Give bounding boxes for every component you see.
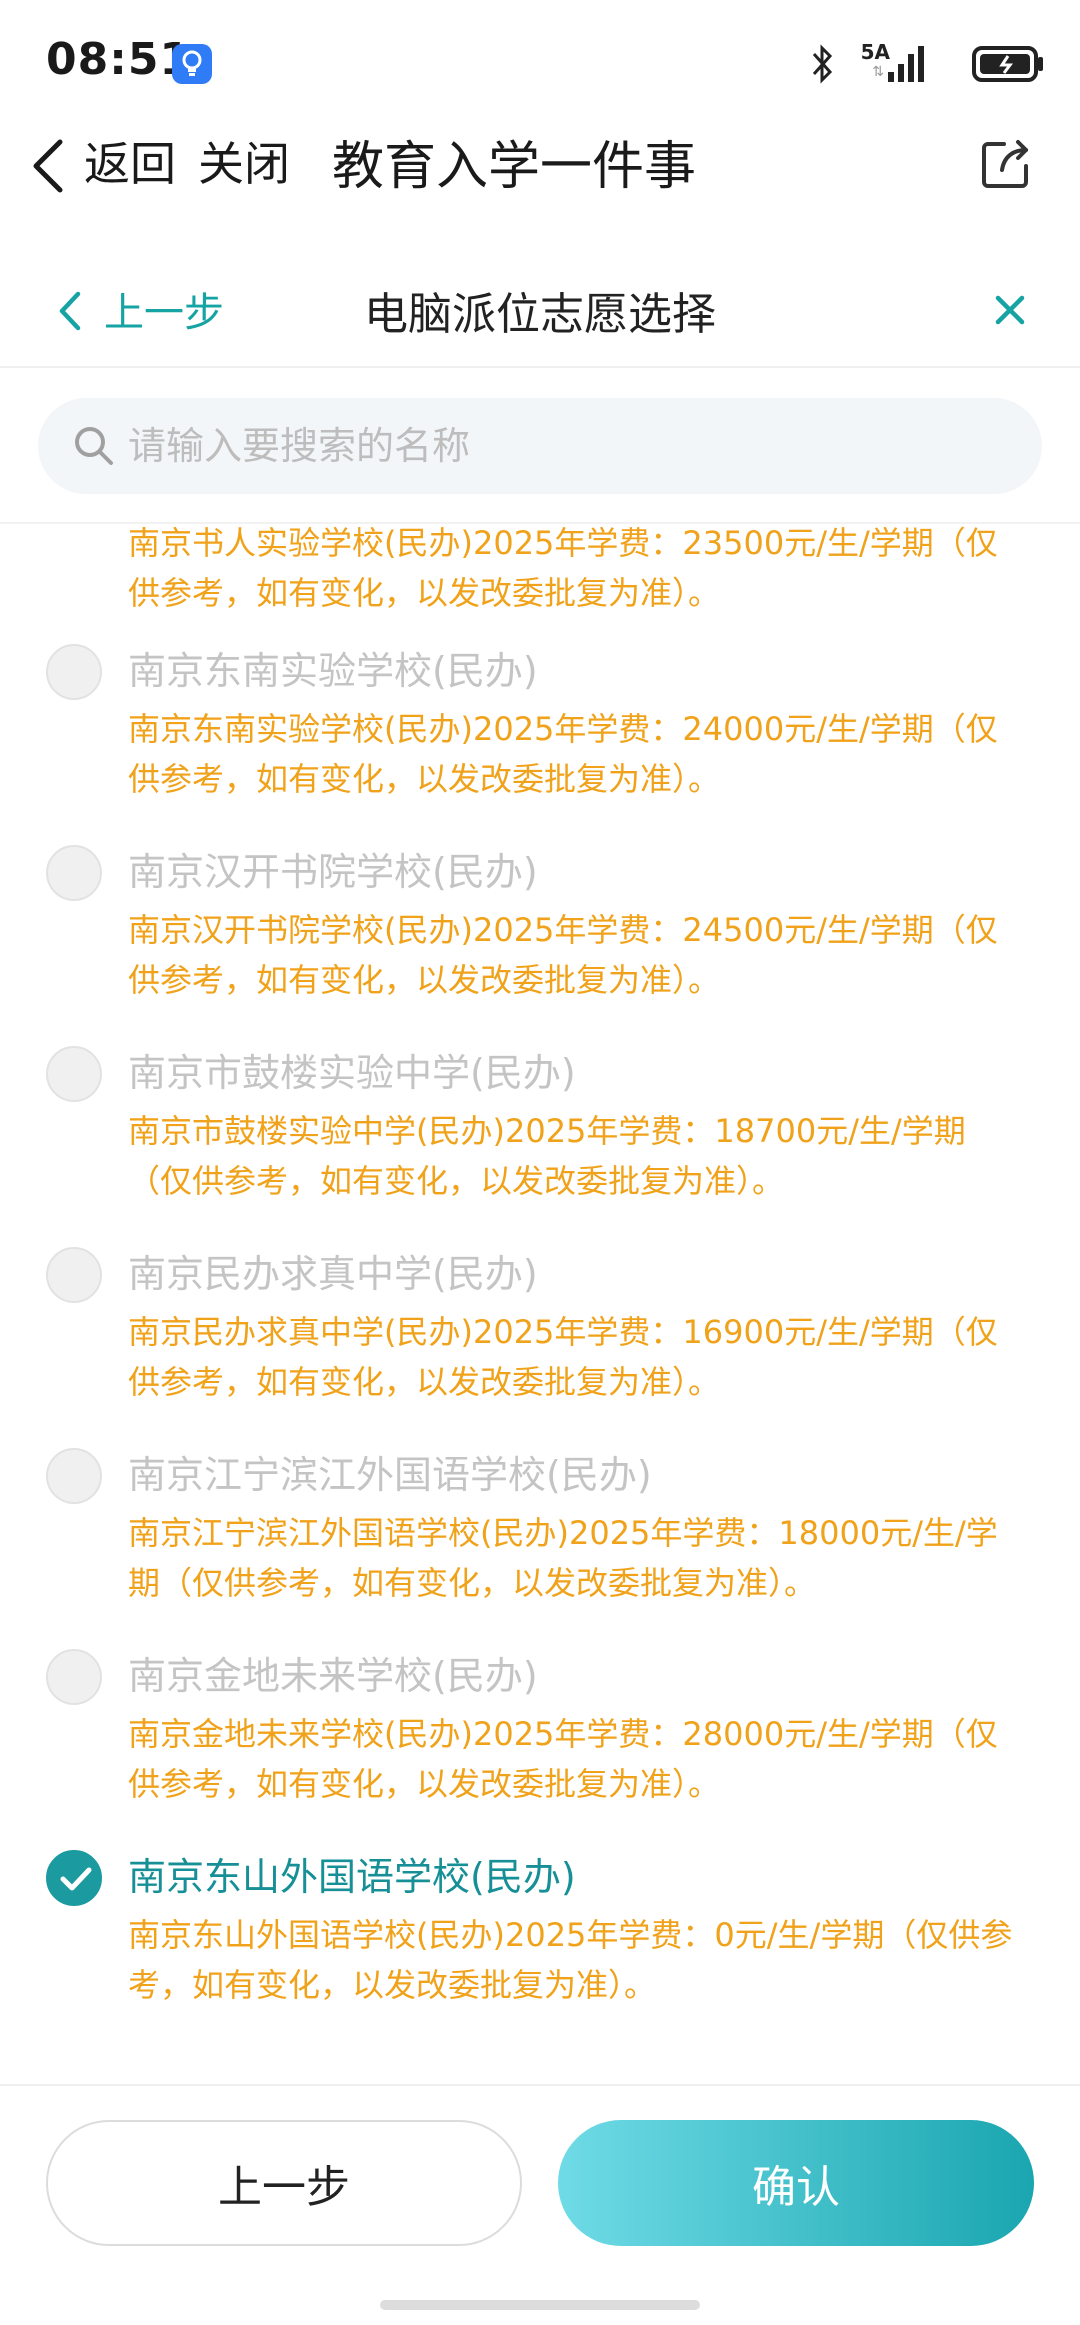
school-name: 南京金地未来学校(民办): [128, 1654, 538, 1698]
radio-unchecked-icon[interactable]: [46, 1649, 102, 1705]
partial-item-desc: 南京书人实验学校(民办)2025年学费：23500元/生/学期（仅供参考，如有变…: [128, 524, 998, 612]
radio-unchecked-icon[interactable]: [46, 845, 102, 901]
sub-back-chevron-icon[interactable]: [56, 290, 82, 332]
confirm-button[interactable]: 确认: [558, 2120, 1034, 2246]
lightbulb-app-icon: [172, 44, 212, 84]
back-chevron-icon[interactable]: [28, 136, 68, 196]
school-name: 南京东山外国语学校(民办): [128, 1855, 576, 1899]
school-fee-desc: 南京民办求真中学(民办)2025年学费：16900元/生/学期（仅供参考，如有变…: [128, 1313, 998, 1401]
radio-unchecked-icon[interactable]: [46, 1247, 102, 1303]
network-type-label: 5A: [860, 40, 890, 64]
radio-unchecked-icon[interactable]: [46, 1448, 102, 1504]
status-bar: 08:51 5A ⇅: [0, 0, 1080, 120]
school-list[interactable]: 南京书人实验学校(民办)2025年学费：23500元/生/学期（仅供参考，如有变…: [0, 524, 1080, 2084]
bottom-bar: 上一步 确认: [0, 2084, 1080, 2325]
bluetooth-icon: [812, 44, 833, 84]
home-indicator[interactable]: [380, 2300, 700, 2310]
school-name: 南京市鼓楼实验中学(民办): [128, 1051, 576, 1095]
status-time: 08:51: [46, 34, 192, 85]
school-name: 南京江宁滨江外国语学校(民办): [128, 1453, 652, 1497]
search-icon: [75, 427, 113, 465]
school-fee-desc: 南京汉开书院学校(民办)2025年学费：24500元/生/学期（仅供参考，如有变…: [128, 911, 998, 999]
close-icon[interactable]: [990, 290, 1030, 330]
sub-back-link[interactable]: 上一步: [104, 280, 224, 338]
school-fee-desc: 南京金地未来学校(民办)2025年学费：28000元/生/学期（仅供参考，如有变…: [128, 1715, 998, 1803]
page-title: 教育入学一件事: [332, 137, 697, 197]
data-arrows-icon: ⇅: [872, 64, 884, 80]
school-option[interactable]: 南京东南实验学校(民办) 南京东南实验学校(民办)2025年学费：24000元/生…: [0, 624, 1080, 825]
search-box: [38, 398, 1042, 494]
school-option[interactable]: 南京汉开书院学校(民办) 南京汉开书院学校(民办)2025年学费：24500元/生…: [0, 825, 1080, 1026]
close-link[interactable]: 关闭: [198, 128, 290, 194]
school-option[interactable]: 南京东山外国语学校(民办) 南京东山外国语学校(民办)2025年学费：0元/生/学…: [0, 1830, 1080, 2031]
signal-icon: [888, 46, 924, 82]
school-fee-desc: 南京东山外国语学校(民办)2025年学费：0元/生/学期（仅供参考，如有变化，以…: [128, 1916, 1013, 2004]
sub-header: 电脑派位志愿选择 上一步: [0, 256, 1080, 368]
school-name: 南京民办求真中学(民办): [128, 1252, 538, 1296]
school-option[interactable]: 南京江宁滨江外国语学校(民办) 南京江宁滨江外国语学校(民办)2025年学费：18…: [0, 1428, 1080, 1629]
prev-step-button[interactable]: 上一步: [46, 2120, 522, 2246]
radio-unchecked-icon[interactable]: [46, 1046, 102, 1102]
school-option[interactable]: 南京市鼓楼实验中学(民办) 南京市鼓楼实验中学(民办)2025年学费：18700元…: [0, 1026, 1080, 1227]
radio-checked-icon[interactable]: [46, 1850, 102, 1906]
back-link[interactable]: 返回: [84, 128, 176, 194]
school-fee-desc: 南京东南实验学校(民办)2025年学费：24000元/生/学期（仅供参考，如有变…: [128, 710, 998, 798]
battery-icon: [972, 46, 1043, 82]
radio-unchecked-icon[interactable]: [46, 644, 102, 700]
school-option[interactable]: 南京金地未来学校(民办) 南京金地未来学校(民办)2025年学费：28000元/生…: [0, 1629, 1080, 1830]
school-option[interactable]: 南京民办求真中学(民办) 南京民办求真中学(民办)2025年学费：16900元/生…: [0, 1227, 1080, 1428]
school-name: 南京东南实验学校(民办): [128, 649, 538, 693]
school-fee-desc: 南京江宁滨江外国语学校(民办)2025年学费：18000元/生/学期（仅供参考，…: [128, 1514, 998, 1602]
school-fee-desc: 南京市鼓楼实验中学(民办)2025年学费：18700元/生/学期（仅供参考，如有…: [128, 1112, 966, 1200]
search-input[interactable]: [128, 418, 1008, 474]
school-name: 南京汉开书院学校(民办): [128, 850, 538, 894]
app-header: 返回 关闭 教育入学一件事: [0, 120, 1080, 210]
share-icon[interactable]: [978, 136, 1034, 192]
